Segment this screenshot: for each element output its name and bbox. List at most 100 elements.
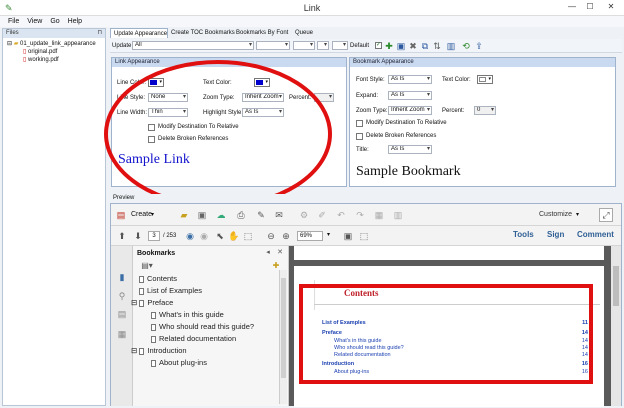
tab-update-appearance[interactable]: Update Appearance	[110, 28, 168, 38]
layers-icon[interactable]: ▤	[116, 308, 128, 320]
tab-queue[interactable]: Queue	[292, 28, 320, 38]
annotation-box	[299, 284, 593, 384]
maximize-icon[interactable]: ☐	[584, 2, 596, 12]
preset-select[interactable]	[256, 41, 290, 50]
preset-select-3[interactable]	[317, 41, 329, 50]
default-checkbox[interactable]: ✓	[375, 42, 382, 49]
refresh-icon[interactable]: ⟲	[461, 40, 471, 52]
expand-select[interactable]: As Is	[388, 91, 432, 100]
undo-icon[interactable]: ↶	[335, 209, 347, 221]
next-page-icon[interactable]: ⬇	[133, 230, 143, 242]
settings-icon[interactable]: ⚙	[298, 209, 310, 221]
bm-text-color-picker[interactable]: ▾	[477, 75, 493, 84]
font-style-select[interactable]: As Is	[388, 75, 432, 84]
scrollbar-thumb[interactable]	[281, 278, 286, 378]
preset-select-2[interactable]	[293, 41, 315, 50]
chart-icon[interactable]: ▥	[446, 40, 456, 52]
collapse-panel-icon[interactable]: ◂	[263, 247, 273, 259]
tags-icon[interactable]: ▦	[116, 328, 128, 340]
bookmark-item[interactable]: About plug-ins	[151, 358, 207, 368]
document-scrollbar[interactable]	[611, 246, 621, 406]
create-dropdown-icon[interactable]: ▾	[151, 211, 154, 219]
comment-icon[interactable]: ✐	[316, 209, 328, 221]
fit-page-icon[interactable]: ▣	[343, 230, 353, 242]
tree-folder-label: 01_update_link_appearance	[20, 41, 96, 47]
redo-icon[interactable]: ↷	[354, 209, 366, 221]
delete-icon[interactable]: ✖	[408, 40, 418, 52]
expand-view-icon[interactable]: ⤢	[599, 208, 613, 222]
zoom-out-icon[interactable]: ⊖	[266, 230, 276, 242]
create-button[interactable]: Create	[131, 211, 152, 219]
edit-icon[interactable]: ✎	[255, 209, 267, 221]
prev-page-icon[interactable]: ⬆	[117, 230, 127, 242]
marquee-icon[interactable]: ⬚	[243, 230, 253, 242]
stamp-icon[interactable]: ▦	[373, 209, 385, 221]
customize-dropdown-icon[interactable]: ▾	[576, 211, 579, 219]
swap-icon[interactable]: ⇅	[432, 40, 442, 52]
copy-icon[interactable]: ⧉	[420, 40, 430, 52]
bookmark-item[interactable]: ⊟ Preface	[131, 298, 173, 308]
bm-modify-destination-checkbox[interactable]	[356, 120, 363, 127]
save-icon[interactable]: ▣	[396, 40, 406, 52]
preview-panel: ▤ Create ▾ ▰ ▣ ☁ ⎙ ✎ ✉ ⚙ ✐ ↶ ↷ ▦ ▥ Custo…	[110, 203, 622, 407]
bm-zoom-type-select[interactable]: Inherit Zoom	[388, 106, 432, 115]
minimize-icon[interactable]: —	[566, 2, 578, 12]
tree-file-label: original.pdf	[27, 49, 58, 55]
expander-icon[interactable]: ⊟	[131, 346, 137, 355]
bookmarks-scrollbar[interactable]	[279, 270, 287, 404]
bookmark-item[interactable]: List of Examples	[139, 286, 202, 296]
tree-file-original[interactable]: ▯ original.pdf	[23, 49, 57, 56]
add-icon[interactable]: ✚	[384, 40, 394, 52]
bookmark-item[interactable]: Contents	[139, 274, 177, 284]
bookmarks-title: Bookmarks	[137, 250, 176, 257]
tree-folder[interactable]: ⊟ ▰ 01_update_link_appearance	[7, 41, 96, 48]
tab-create-toc-bookmarks[interactable]: Create TOC Bookmarks	[168, 28, 235, 38]
bookmark-page-icon	[151, 323, 156, 331]
menu-view[interactable]: View	[23, 16, 46, 27]
zoom-input[interactable]: 69%	[297, 231, 323, 241]
bookmark-item[interactable]: What's in this guide	[151, 310, 224, 320]
page-number-input[interactable]: 3	[148, 231, 160, 241]
sign-tab[interactable]: Sign	[547, 231, 564, 239]
menu-help[interactable]: Help	[64, 16, 86, 27]
menu-file[interactable]: File	[0, 16, 23, 27]
bm-delete-broken-checkbox[interactable]	[356, 133, 363, 140]
email-icon[interactable]: ✉	[273, 209, 285, 221]
open-folder-icon[interactable]: ▰	[178, 209, 190, 221]
menu-go[interactable]: Go	[46, 16, 63, 27]
bookmark-options-icon[interactable]: ▤▾	[139, 260, 155, 272]
bm-percent-stepper[interactable]: 0	[474, 106, 496, 115]
export-icon[interactable]: ⇪	[474, 40, 484, 52]
bookmark-item[interactable]: Related documentation	[151, 334, 236, 344]
title-style-select[interactable]: As Is	[388, 145, 432, 154]
update-select[interactable]: All	[132, 41, 254, 50]
pin-icon[interactable]: ⊓	[97, 29, 102, 38]
tree-file-working[interactable]: ▯ working.pdf	[23, 57, 59, 64]
zoom-dropdown-icon[interactable]: ▾	[327, 231, 330, 239]
customize-button[interactable]: Customize	[539, 211, 572, 219]
fit-width-icon[interactable]: ⬚	[359, 230, 369, 242]
hand-tool-icon[interactable]: ✋	[228, 230, 239, 242]
close-panel-icon[interactable]: ✕	[275, 247, 285, 259]
bookmark-item[interactable]: ⊟ Introduction	[131, 346, 187, 356]
bookmark-panel-icon[interactable]: ▮	[116, 271, 128, 283]
page-nav-icon-2[interactable]: ◉	[199, 230, 209, 242]
document-scrollbar-thumb[interactable]	[613, 266, 619, 306]
save-file-icon[interactable]: ▣	[196, 209, 208, 221]
cloud-icon[interactable]: ☁	[215, 209, 227, 221]
tab-bookmarks-by-font[interactable]: Bookmarks By Font	[233, 28, 291, 38]
preset-select-4[interactable]	[332, 41, 348, 50]
close-icon[interactable]: ✕	[602, 2, 620, 12]
create-icon[interactable]: ▤	[116, 209, 126, 221]
zoom-in-icon[interactable]: ⊕	[281, 230, 291, 242]
expander-icon[interactable]: ⊟	[131, 298, 137, 307]
attachment-icon[interactable]: ⚲	[116, 290, 128, 302]
page-nav-icon[interactable]: ◉	[185, 230, 195, 242]
print-icon[interactable]: ⎙	[235, 209, 247, 221]
select-tool-icon[interactable]: ⬉	[215, 230, 225, 242]
collapse-icon[interactable]: ⊟	[7, 41, 12, 47]
tools-tab[interactable]: Tools	[513, 231, 534, 239]
comment-tab[interactable]: Comment	[577, 231, 614, 239]
attach-icon[interactable]: ▥	[392, 209, 404, 221]
bookmark-item[interactable]: Who should read this guide?	[151, 322, 254, 332]
